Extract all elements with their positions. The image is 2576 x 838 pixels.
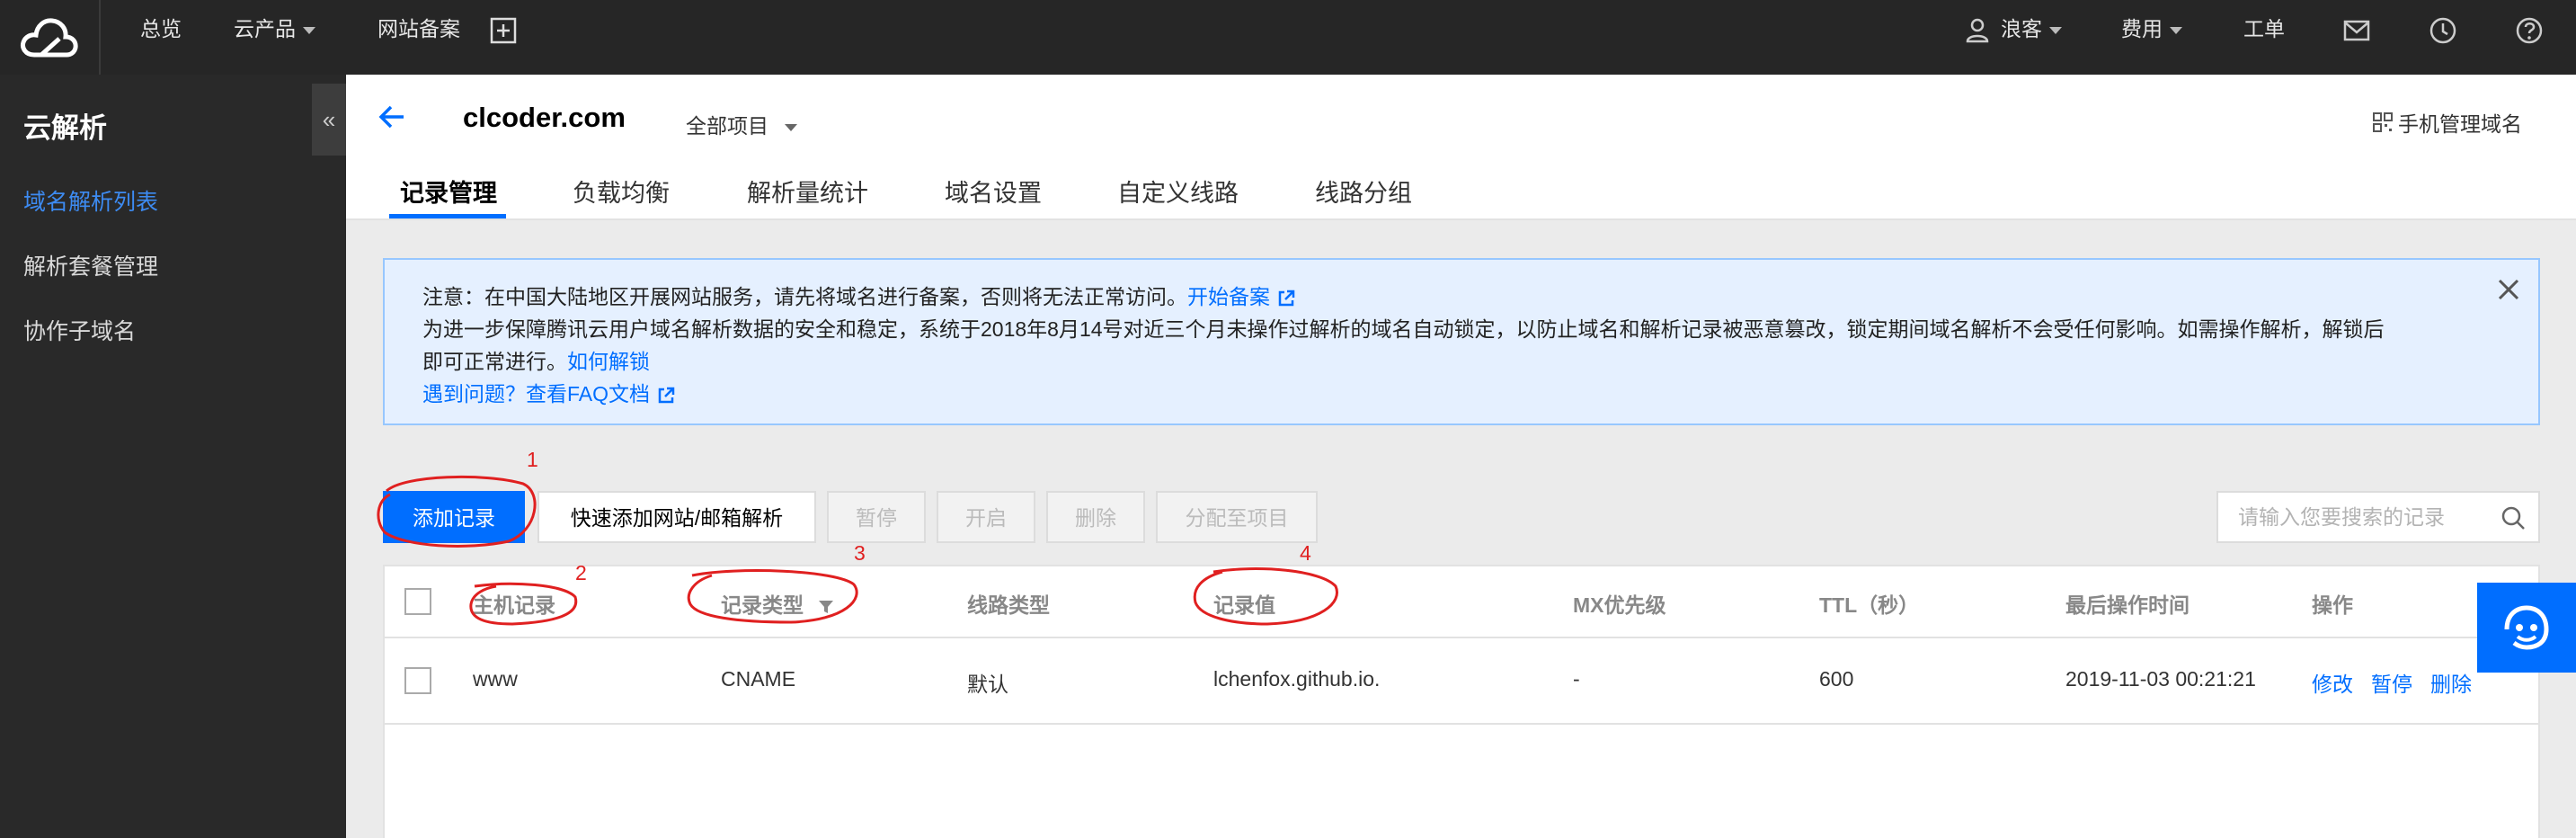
chevron-down-icon (303, 26, 315, 34)
select-all-checkbox[interactable] (404, 588, 431, 615)
cell-actions: 修改 暂停 删除 (2312, 667, 2490, 698)
sidebar-item-collaboration-subdomain[interactable]: 协作子域名 (23, 314, 136, 346)
sidebar-item-domain-list[interactable]: 域名解析列表 (23, 184, 158, 217)
mail-icon[interactable] (2342, 16, 2371, 45)
column-header-value[interactable]: 记录值 (1213, 588, 1275, 619)
billing-label: 费用 (2121, 17, 2163, 40)
annotation-number-2: 2 (575, 561, 587, 584)
filter-icon[interactable] (818, 599, 834, 615)
cell-type: CNAME (721, 667, 796, 691)
tab-domain-settings[interactable]: 域名设置 (945, 174, 1042, 209)
nav-ticket[interactable]: 工单 (2243, 0, 2285, 58)
nav-cloud-products-label: 云产品 (234, 17, 296, 40)
column-header-line[interactable]: 线路类型 (967, 588, 1050, 619)
clock-icon[interactable] (2429, 16, 2457, 45)
cell-value: lchenfox.github.io. (1213, 667, 1381, 691)
column-header-type-label: 记录类型 (721, 593, 804, 617)
notice-text-3: 即可正常进行。 (422, 350, 567, 373)
customer-service-button[interactable] (2477, 583, 2576, 673)
tab-line-groups[interactable]: 线路分组 (1315, 174, 1412, 209)
double-chevron-left-icon: « (322, 105, 336, 133)
search-icon[interactable] (2500, 505, 2526, 530)
project-select-value: 全部项目 (686, 114, 768, 138)
external-link-icon[interactable] (1277, 290, 1295, 308)
annotation-number-4: 4 (1300, 541, 1311, 565)
faq-link[interactable]: 遇到问题？查看FAQ文档 (422, 382, 650, 406)
search-input[interactable] (2238, 505, 2490, 530)
tab-load-balancing[interactable]: 负载均衡 (573, 174, 670, 209)
user-name: 浪客 (2001, 17, 2042, 40)
row-checkbox[interactable] (404, 667, 431, 694)
nav-overview[interactable]: 总览 (140, 0, 182, 58)
page-title: clcoder.com (463, 102, 626, 133)
tab-record-management[interactable]: 记录管理 (400, 174, 497, 209)
notice-text-1: 注意：在中国大陆地区开展网站服务，请先将域名进行备案，否则将无法正常访问。 (422, 285, 1187, 308)
annotation-number-3: 3 (854, 541, 866, 565)
assign-project-button[interactable]: 分配至项目 (1156, 491, 1318, 543)
cell-mx: - (1573, 667, 1580, 691)
cell-host: www (473, 667, 518, 691)
annotation-number-1: 1 (527, 448, 538, 471)
table-row: www CNAME 默认 lchenfox.github.io. - 600 2… (385, 638, 2538, 725)
table-header: 主机记录 记录类型 线路类型 记录值 MX优先级 TTL（秒） 最后操作时间 操… (385, 566, 2538, 638)
delete-button[interactable]: 删除 (1046, 491, 1145, 543)
sidebar-title: 云解析 (23, 112, 107, 144)
active-tab-indicator (389, 214, 506, 218)
mobile-manage-label: 手机管理域名 (2398, 112, 2522, 136)
collapse-sidebar-button[interactable]: « (312, 84, 346, 156)
chevron-down-icon (2049, 26, 2062, 34)
mobile-manage-link[interactable]: 手机管理域名 (2373, 107, 2522, 138)
edit-record-link[interactable]: 修改 (2312, 673, 2353, 696)
add-record-button[interactable]: 添加记录 (383, 491, 525, 543)
enable-button[interactable]: 开启 (937, 491, 1035, 543)
column-header-actions: 操作 (2312, 593, 2353, 617)
external-link-icon[interactable] (657, 387, 675, 405)
back-arrow-icon[interactable] (377, 102, 407, 132)
chevron-down-icon (785, 123, 797, 131)
help-icon[interactable] (2515, 16, 2544, 45)
pause-record-link[interactable]: 暂停 (2371, 673, 2412, 696)
search-box (2216, 491, 2540, 543)
delete-record-link[interactable]: 删除 (2430, 673, 2472, 696)
nav-user-menu[interactable]: 浪客 (2001, 0, 2062, 58)
records-table: 主机记录 记录类型 线路类型 记录值 MX优先级 TTL（秒） 最后操作时间 操… (383, 565, 2540, 838)
tab-query-statistics[interactable]: 解析量统计 (747, 174, 868, 209)
page-header: clcoder.com 全部项目 手机管理域名 记录管理 负载均衡 解析量统计 … (346, 75, 2576, 220)
close-icon[interactable] (2495, 276, 2522, 303)
add-square-icon[interactable] (489, 16, 518, 45)
sidebar-item-plan-management[interactable]: 解析套餐管理 (23, 249, 158, 281)
tab-custom-lines[interactable]: 自定义线路 (1117, 174, 1239, 209)
cell-time: 2019-11-03 00:21:21 (2065, 667, 2256, 691)
notice-line-4: 遇到问题？查看FAQ文档 (422, 377, 675, 407)
chevron-down-icon (2170, 26, 2182, 34)
start-filing-link[interactable]: 开始备案 (1187, 285, 1270, 308)
column-header-mx[interactable]: MX优先级 (1573, 588, 1666, 619)
nav-billing[interactable]: 费用 (2121, 0, 2182, 58)
support-bot-icon (2504, 605, 2549, 650)
nav-icp-filing[interactable]: 网站备案 (378, 0, 460, 58)
notice-line-3: 即可正常进行。如何解锁 (422, 344, 650, 375)
column-header-type[interactable]: 记录类型 (721, 588, 834, 619)
cell-line: 默认 (967, 673, 1008, 696)
project-select[interactable]: 全部项目 (686, 109, 797, 139)
notice-line-1: 注意：在中国大陆地区开展网站服务，请先将域名进行备案，否则将无法正常访问。开始备… (422, 280, 1295, 310)
cloud-logo-icon[interactable] (0, 0, 101, 75)
notice-text-2: 为进一步保障腾讯云用户域名解析数据的安全和稳定，系统于2018年8月14号对近三… (422, 317, 2385, 341)
column-header-ttl[interactable]: TTL（秒） (1819, 588, 1919, 619)
top-navbar: 总览 云产品 网站备案 浪客 费用 工单 (0, 0, 2576, 75)
column-header-time[interactable]: 最后操作时间 (2065, 588, 2190, 619)
cell-ttl: 600 (1819, 667, 1854, 691)
pause-button[interactable]: 暂停 (827, 491, 926, 543)
nav-cloud-products[interactable]: 云产品 (234, 0, 315, 58)
column-header-host[interactable]: 主机记录 (473, 588, 555, 619)
user-icon[interactable] (1965, 16, 1994, 45)
sidebar: 云解析 « 域名解析列表 解析套餐管理 协作子域名 (0, 75, 346, 838)
qrcode-icon (2373, 112, 2393, 132)
quick-add-button[interactable]: 快速添加网站/邮箱解析 (537, 491, 816, 543)
notice-banner: 注意：在中国大陆地区开展网站服务，请先将域名进行备案，否则将无法正常访问。开始备… (383, 258, 2540, 425)
how-to-unlock-link[interactable]: 如何解锁 (567, 350, 650, 373)
